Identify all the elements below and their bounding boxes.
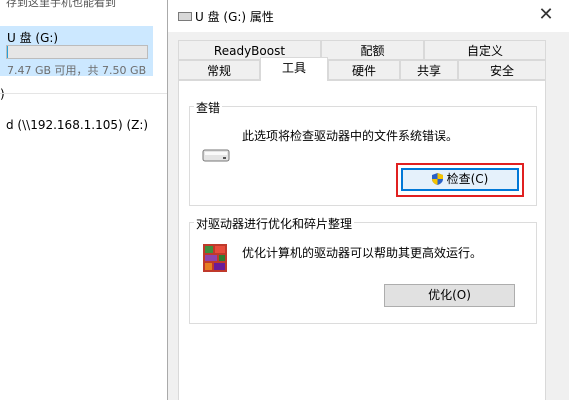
optimize-label: 对驱动器进行优化和碎片整理 bbox=[194, 215, 355, 232]
tab-quota[interactable]: 配额 bbox=[321, 40, 424, 60]
drive-usage-bar bbox=[6, 45, 148, 59]
explorer-divider bbox=[0, 93, 167, 94]
close-button[interactable]: ✕ bbox=[537, 5, 555, 25]
error-check-group: 查错 此选项将检查驱动器中的文件系统错误。 检查(C) bbox=[189, 99, 537, 206]
tab-sharing[interactable]: 共享 bbox=[400, 60, 458, 80]
uac-shield-icon bbox=[431, 173, 443, 185]
properties-dialog: U 盘 (G:) 属性 ✕ ReadyBoost 配额 自定义 常规 硬件 共享… bbox=[167, 0, 569, 400]
optimize-button[interactable]: 优化(O) bbox=[384, 284, 515, 307]
drive-icon bbox=[178, 12, 192, 21]
tab-tools[interactable]: 工具 bbox=[260, 57, 328, 81]
tab-general[interactable]: 常规 bbox=[178, 60, 260, 80]
explorer-fragment-text: ) bbox=[0, 87, 5, 101]
drive-usage-fill bbox=[7, 46, 8, 58]
drive-icon bbox=[202, 149, 230, 162]
tools-panel: 查错 此选项将检查驱动器中的文件系统错误。 检查(C) 对驱动器进行优化和碎片整… bbox=[178, 80, 546, 400]
tab-security[interactable]: 安全 bbox=[458, 60, 546, 80]
network-drive-item[interactable]: d (\\192.168.1.105) (Z:) bbox=[6, 118, 148, 132]
defrag-icon bbox=[203, 244, 227, 272]
optimize-group: 对驱动器进行优化和碎片整理 优化计算机的驱动器可以帮助其更高效运行。 优化(O) bbox=[189, 215, 537, 324]
check-button[interactable]: 检查(C) bbox=[401, 168, 519, 191]
dialog-title: U 盘 (G:) 属性 bbox=[195, 10, 274, 24]
drive-capacity-text: 7.47 GB 可用，共 7.50 GB bbox=[7, 64, 147, 77]
drive-name: U 盘 (G:) bbox=[7, 31, 59, 45]
check-button-label: 检查(C) bbox=[446, 172, 489, 186]
tab-customize[interactable]: 自定义 bbox=[424, 40, 546, 60]
dialog-titlebar[interactable]: U 盘 (G:) 属性 ✕ bbox=[168, 0, 569, 32]
tab-hardware[interactable]: 硬件 bbox=[328, 60, 400, 80]
optimize-description: 优化计算机的驱动器可以帮助其更高效运行。 bbox=[242, 246, 483, 260]
explorer-caption-text: 存到这里手机也能看到 bbox=[6, 0, 116, 9]
error-check-description: 此选项将检查驱动器中的文件系统错误。 bbox=[242, 129, 459, 143]
error-check-label: 查错 bbox=[194, 99, 223, 116]
